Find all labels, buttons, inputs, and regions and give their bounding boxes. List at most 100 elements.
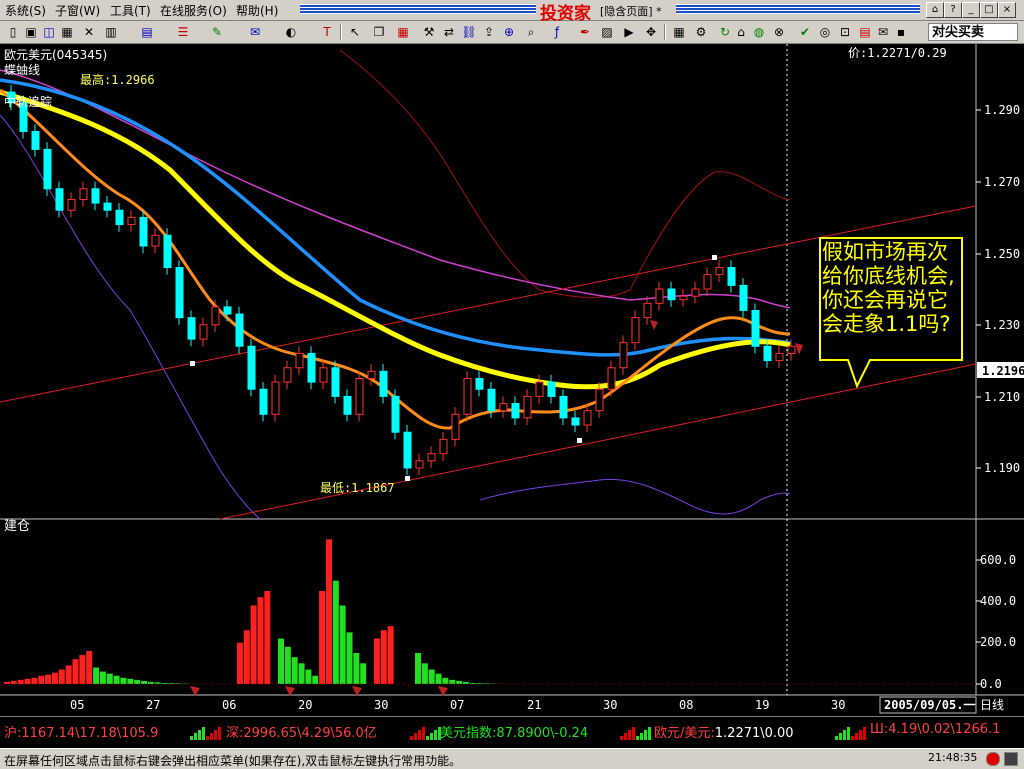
- chart-area[interactable]: 欧元美元(045345) 蝶蚰线 中轨追踪 最高:1.2966 最低:1.186…: [0, 44, 1024, 716]
- date-tick: 21: [527, 698, 541, 712]
- grid-icon[interactable]: ▦: [394, 24, 412, 40]
- menu-subwindow[interactable]: 子窗(W): [55, 2, 100, 19]
- pen-icon[interactable]: ✒: [576, 24, 594, 40]
- ticker-mini-bar: [426, 736, 429, 740]
- candle-body: [392, 396, 399, 432]
- volume-bar: [436, 674, 442, 684]
- price-tick: 1.270: [984, 175, 1020, 189]
- candle-body: [32, 131, 39, 149]
- ticker-mini-bar: [430, 733, 433, 740]
- find-icon[interactable]: ⌕: [522, 24, 540, 40]
- check-icon[interactable]: ✔: [796, 24, 814, 40]
- draw-line-icon[interactable]: ✎: [208, 24, 226, 40]
- copy-icon[interactable]: ❐: [370, 24, 388, 40]
- font-icon[interactable]: T: [318, 24, 336, 40]
- candle-body: [68, 200, 75, 211]
- candle-body: [188, 318, 195, 339]
- price-tick: 1.190: [984, 461, 1020, 475]
- ticker-mini-bar: [859, 730, 862, 740]
- settings-icon[interactable]: ⚙: [692, 24, 710, 40]
- date-tick: 06: [222, 698, 236, 712]
- lock-icon[interactable]: ⊡: [836, 24, 854, 40]
- minimize-icon[interactable]: _: [962, 2, 980, 18]
- calendar-icon[interactable]: ▦: [670, 24, 688, 40]
- menu-system[interactable]: 系统(S): [5, 2, 46, 19]
- stop-icon[interactable]: [1004, 752, 1018, 766]
- volume-bar: [73, 659, 79, 684]
- menu-tools[interactable]: 工具(T): [110, 2, 151, 19]
- price-tick: 1.210: [984, 390, 1020, 404]
- new-page-icon[interactable]: ▯: [4, 24, 22, 40]
- candle-body: [284, 368, 291, 382]
- volume-bar: [415, 653, 421, 684]
- candle-body: [380, 371, 387, 396]
- layout-single-icon[interactable]: ▣: [22, 24, 40, 40]
- volume-bar: [312, 676, 318, 684]
- menu-online-service[interactable]: 在线服务(O): [160, 2, 227, 19]
- low-label: 最低:1.1867: [320, 481, 395, 495]
- volume-tick: 400.0: [980, 594, 1016, 608]
- zoom-in-icon[interactable]: ⊕: [500, 24, 518, 40]
- sell-arrow-icon: [650, 320, 658, 330]
- layout-grid-icon[interactable]: ▦: [58, 24, 76, 40]
- candle-body: [440, 439, 447, 453]
- help-icon[interactable]: ?: [944, 2, 962, 18]
- candle-body: [428, 454, 435, 461]
- close-icon[interactable]: ×: [998, 2, 1016, 18]
- ticker-mini-bar: [636, 736, 639, 740]
- price-tick: 1.250: [984, 247, 1020, 261]
- table-icon[interactable]: ▤: [138, 24, 156, 40]
- chart-link-icon[interactable]: ⛓: [460, 24, 478, 40]
- formula-icon[interactable]: ƒ: [548, 24, 566, 40]
- image-icon[interactable]: ▨: [598, 24, 616, 40]
- candle-body: [620, 343, 627, 368]
- volume-bar: [134, 680, 140, 684]
- candle-body: [776, 353, 783, 360]
- volume-bar: [353, 653, 359, 684]
- globe-icon[interactable]: ◍: [750, 24, 768, 40]
- volume-bar: [120, 678, 126, 684]
- save-icon[interactable]: ▪: [892, 24, 910, 40]
- candle-body: [728, 268, 735, 286]
- strategy-select[interactable]: 对尖买卖: [928, 23, 1018, 41]
- news-icon[interactable]: ✉: [246, 24, 264, 40]
- volume-bar: [429, 670, 435, 684]
- ticker-mini-bar: [847, 727, 850, 740]
- candle-body: [368, 371, 375, 378]
- move-icon[interactable]: ✥: [642, 24, 660, 40]
- bar-chart-icon[interactable]: ▥: [102, 24, 120, 40]
- color-icon[interactable]: ◐: [282, 24, 300, 40]
- candle-body: [128, 217, 135, 224]
- mail-icon[interactable]: ✉: [874, 24, 892, 40]
- close-window-icon[interactable]: ✕: [80, 24, 98, 40]
- play-icon[interactable]: ▶: [620, 24, 638, 40]
- ticker-mini-bar: [835, 736, 838, 740]
- export-icon[interactable]: ⇪: [480, 24, 498, 40]
- volume-bar: [388, 626, 394, 684]
- candle-body: [236, 314, 243, 346]
- restore-icon[interactable]: ⌂: [926, 2, 944, 18]
- ticker-mini-bar: [194, 733, 197, 740]
- volume-bar: [38, 676, 44, 684]
- book-icon[interactable]: ▤: [856, 24, 874, 40]
- layout-split-icon[interactable]: ◫: [40, 24, 58, 40]
- volume-bar: [319, 591, 325, 684]
- price-tick: 1.290: [984, 103, 1020, 117]
- volume-bar: [442, 678, 448, 684]
- period-label[interactable]: 日线: [980, 698, 1004, 712]
- ticker-mini-bar: [210, 733, 213, 740]
- indicator-icon[interactable]: ☰: [174, 24, 192, 40]
- web-icon[interactable]: ◎: [816, 24, 834, 40]
- maximize-icon[interactable]: □: [980, 2, 998, 18]
- candle-body: [464, 379, 471, 415]
- home-icon[interactable]: ⌂: [732, 24, 750, 40]
- candle-body: [716, 268, 723, 275]
- candle-body: [524, 396, 531, 417]
- cursor-icon[interactable]: ↖: [346, 24, 364, 40]
- record-icon[interactable]: [986, 752, 1000, 766]
- volume-tick: 200.0: [980, 635, 1016, 649]
- tools-icon[interactable]: ⚒: [420, 24, 438, 40]
- menu-help[interactable]: 帮助(H): [236, 2, 278, 19]
- compare-icon[interactable]: ⇄: [440, 24, 458, 40]
- signal-icon[interactable]: ⊗: [770, 24, 788, 40]
